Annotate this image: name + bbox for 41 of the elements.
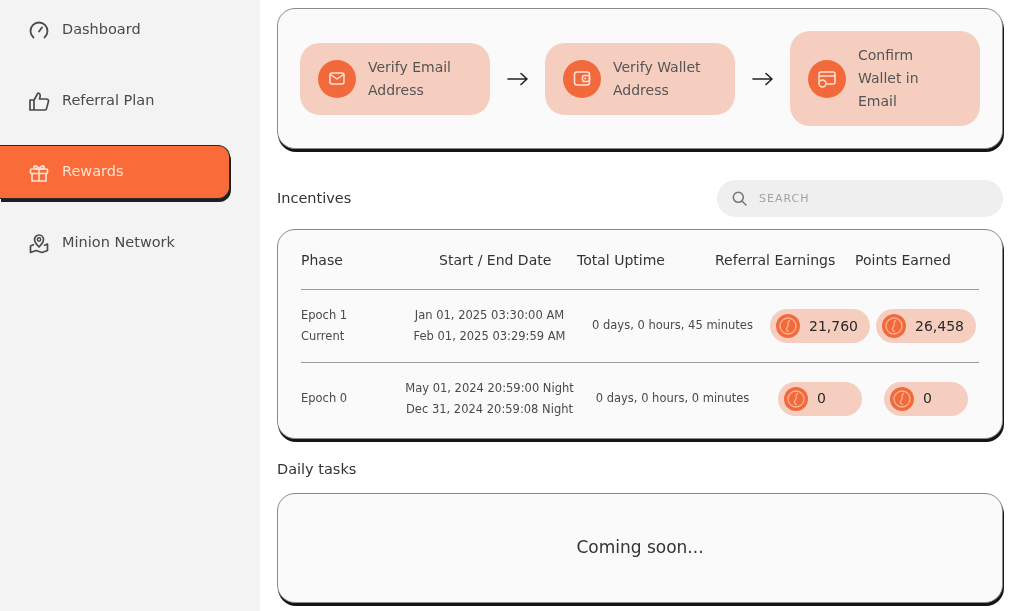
coin-icon — [784, 386, 808, 411]
coming-soon-message: Coming soon... — [576, 536, 704, 560]
search-icon — [732, 191, 747, 206]
section-title: Daily tasks — [277, 461, 357, 477]
amount-text: 26,458 — [915, 316, 964, 336]
coin-icon — [882, 314, 906, 338]
sidebar-item[interactable]: Referral Plan — [0, 74, 230, 128]
wallet-icon — [563, 59, 601, 98]
step-label: Verify Wallet Address — [613, 57, 702, 100]
uptime-text: 0 days, 0 hours, 45 minutes — [592, 318, 753, 333]
amount-text: 0 — [817, 389, 826, 408]
uptime-text: 0 days, 0 hours, 0 minutes — [595, 390, 750, 405]
coin-icon — [776, 314, 800, 338]
phase-text: Epoch 0 — [301, 390, 348, 407]
sidebar-item[interactable]: Dashboard — [0, 3, 230, 57]
end-date: Dec 31, 2024 20:59:08 Night — [406, 400, 573, 418]
card-icon — [808, 59, 846, 98]
map-pin-icon — [28, 232, 50, 254]
gauge-icon — [28, 19, 50, 41]
column-header: Start / End Date — [439, 251, 552, 270]
column-header: Total Uptime — [577, 251, 665, 270]
column-header: Referral Earnings — [715, 251, 836, 270]
phase-status: Current — [301, 328, 345, 345]
column-header: Points Earned — [855, 251, 951, 270]
amount-text: 21,760 — [809, 316, 858, 336]
end-date: Feb 01, 2025 03:29:59 AM — [413, 328, 566, 345]
section-title: Incentives — [277, 188, 352, 208]
amount-text: 0 — [923, 389, 932, 408]
start-date: May 01, 2024 20:59:00 Night — [405, 379, 574, 397]
envelope-icon — [318, 59, 356, 98]
search-field[interactable]: SEARCH — [717, 180, 1003, 217]
sidebar-item[interactable]: Minion Network — [0, 216, 230, 270]
phase-text: Epoch 1 — [301, 307, 348, 324]
thumbs-up-icon — [28, 90, 50, 112]
arrow-right-icon — [751, 71, 774, 86]
coin-icon — [890, 386, 914, 411]
column-header: Phase — [301, 251, 343, 270]
step-label: Confirm Wallet in Email — [858, 46, 920, 111]
start-date: Jan 01, 2025 03:30:00 AM — [414, 307, 565, 324]
arrow-right-icon — [506, 71, 529, 86]
step-label: Verify Email Address — [368, 57, 452, 100]
